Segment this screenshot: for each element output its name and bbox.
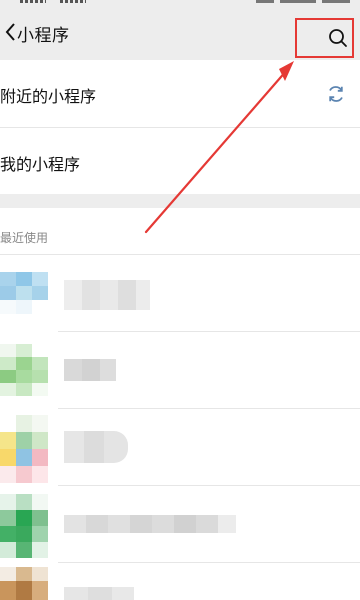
status-time [322,0,350,3]
app-icon [0,415,48,483]
network-icon [60,0,86,3]
mine-label: 我的小程序 [0,155,81,174]
my-mini-programs-row[interactable]: 我的小程序 [0,128,360,194]
list-item[interactable] [0,255,360,332]
app-name-blurred [64,280,150,310]
page-title: 小程序 [17,26,70,46]
back-icon[interactable] [4,20,18,44]
signal-icon [20,0,46,3]
app-name-blurred [64,359,116,381]
refresh-icon[interactable] [326,84,346,104]
header-bar: 小程序 [0,6,360,60]
list-item[interactable] [0,563,360,600]
recent-section-title: 最近使用 [0,231,49,245]
app-name-blurred [64,587,134,600]
nearby-mini-programs-row[interactable]: 附近的小程序 [0,60,360,128]
list-item[interactable] [0,409,360,486]
list-item[interactable] [0,332,360,409]
app-name-blurred [64,515,236,533]
recent-section-header: 最近使用 [0,208,360,255]
search-icon[interactable] [327,27,349,49]
app-icon [0,494,48,558]
app-name-blurred [64,431,128,463]
app-icon [0,272,48,314]
nearby-label: 附近的小程序 [0,87,97,106]
status-icons [256,0,316,3]
section-gap [0,194,360,208]
list-item[interactable] [0,486,360,563]
app-icon [0,344,48,396]
app-icon [0,567,48,600]
